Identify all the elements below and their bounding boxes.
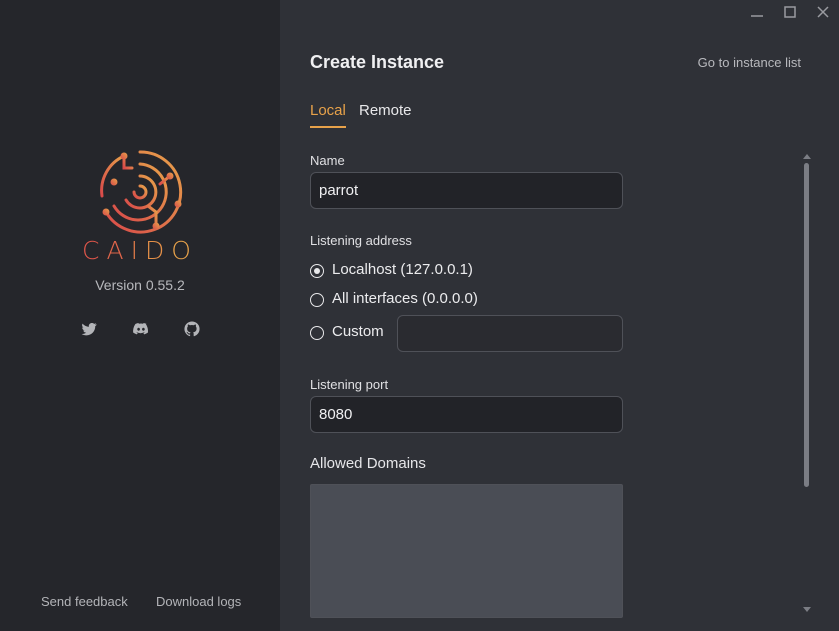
tab-remote[interactable]: Remote [359,102,412,126]
minimize-icon[interactable] [749,4,765,20]
custom-address-input[interactable] [397,315,623,352]
github-icon[interactable] [183,320,201,338]
caido-logo [100,150,183,234]
radio-button[interactable] [310,264,324,278]
listening-port-label: Listening port [310,377,389,392]
download-logs-link[interactable]: Download logs [156,594,241,609]
allowed-domains-label: Allowed Domains [310,455,426,472]
scrollbar-thumb[interactable] [804,163,809,487]
discord-icon[interactable] [131,320,151,338]
page-title: Create Instance [310,52,445,72]
radio-label: Custom [332,323,384,340]
scroll-down-arrow-icon[interactable] [802,606,812,614]
brand-letter: D [145,236,172,265]
radio-button[interactable] [310,293,324,307]
listening-port-input[interactable] [310,396,623,433]
allowed-domains-textarea[interactable] [310,484,623,618]
sidebar: CAIDO Version 0.55.2 Send feedback Downl… [0,0,280,631]
radio-label: Localhost (127.0.0.1) [332,261,473,278]
brand-wordmark: CAIDO [0,236,280,265]
brand-letter: A [106,236,131,265]
version-text: Version 0.55.2 [95,277,185,293]
brand-letter: O [171,236,198,265]
maximize-icon[interactable] [782,4,798,20]
send-feedback-link[interactable]: Send feedback [41,594,128,609]
brand-letter: C [82,236,107,265]
tab-local[interactable]: Local [310,102,346,128]
brand-letter: I [130,236,145,265]
social-links [80,320,204,340]
go-to-instance-list-link[interactable]: Go to instance list [698,55,801,70]
name-label: Name [310,153,345,168]
twitter-icon[interactable] [80,320,98,338]
listening-address-label: Listening address [310,233,412,248]
radio-label: All interfaces (0.0.0.0) [332,290,478,307]
name-input[interactable] [310,172,623,209]
scroll-up-arrow-icon[interactable] [802,152,812,160]
close-icon[interactable] [815,4,831,20]
radio-button[interactable] [310,326,324,340]
